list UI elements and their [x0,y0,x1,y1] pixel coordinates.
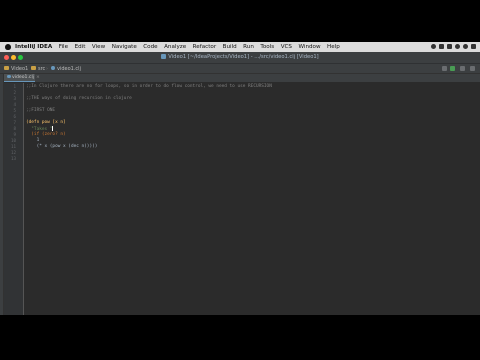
menu-app[interactable]: IntelliJ IDEA [15,44,52,50]
menu-run[interactable]: Run [243,44,254,50]
menu-help[interactable]: Help [327,44,340,50]
line-number: 5 [13,108,16,113]
status-area [431,44,476,49]
line-number: 2 [13,90,16,95]
run-icon[interactable] [450,66,455,71]
tab-label: video1.clj [12,75,35,80]
code-editor[interactable]: 1 2 3 4 5 6 7 8 9 10 11 12 13 ;;In Cloju… [4,83,480,315]
search-everywhere-icon[interactable] [470,66,475,71]
editor-tabs: video1.clj × [4,74,480,82]
menu-code[interactable]: Code [143,44,157,50]
macos-menubar: IntelliJ IDEA File Edit View Navigate Co… [0,42,480,52]
line-number: 12 [10,150,16,155]
line-number: 10 [10,138,16,143]
line-number: 7 [13,120,16,125]
breadcrumb-separator: › [26,65,28,72]
window-titlebar: Video1 [~/IdeaProjects/Video1] - .../src… [0,52,480,64]
battery-icon[interactable] [439,44,444,49]
screen: IntelliJ IDEA File Edit View Navigate Co… [0,42,480,315]
wifi-icon[interactable] [431,44,436,49]
tab-video1-clj[interactable]: video1.clj × [4,74,40,82]
breadcrumb-file[interactable]: video1.clj [51,65,81,72]
clojure-file-icon [51,65,55,70]
code-line-recursive-call: (* x (pow x (dec n))))) [26,144,98,149]
window-title-text: Video1 [~/IdeaProjects/Video1] - .../src… [168,54,319,60]
line-number: 3 [13,96,16,101]
clojure-file-icon [7,74,11,78]
folder-icon [4,66,9,70]
flag-icon[interactable] [447,44,452,49]
debug-icon[interactable] [460,66,465,71]
menu-analyze[interactable]: Analyze [164,44,186,50]
code-line-if: (if (zero? n) [26,132,66,137]
breadcrumb-file-label: video1.clj [57,65,81,72]
line-number: 11 [10,144,16,149]
apple-icon[interactable] [5,44,11,50]
project-icon [161,54,167,59]
text-caret [52,126,54,131]
menu-navigate[interactable]: Navigate [112,44,137,50]
code-line-comment: ;;FIRST ONE [26,108,56,113]
menu-file[interactable]: File [59,44,68,50]
line-number: 6 [13,114,16,119]
line-number: 8 [13,126,16,131]
menu-vcs[interactable]: VCS [281,44,292,50]
code-line-defn: (defn pow [x n] [26,120,66,125]
code-line-comment: ;;In Clojure there are no for loops, so … [26,84,272,89]
spotlight-icon[interactable] [463,44,468,49]
code-line-comment: ;;THE ways of doing recursion in clojure [26,96,132,101]
menu-refactor[interactable]: Refactor [193,44,216,50]
menu-window[interactable]: Window [298,44,320,50]
line-number: 13 [10,156,16,161]
breadcrumb-separator: › [46,65,48,72]
code-line-base-case: 1 [26,138,40,143]
window-title: Video1 [~/IdeaProjects/Video1] - .../src… [0,54,480,60]
close-tab-icon[interactable]: × [36,75,40,80]
menu-edit[interactable]: Edit [75,44,86,50]
navigation-bar: Video1 › src › video1.clj [0,64,480,74]
notification-center-icon[interactable] [471,44,476,49]
line-number: 9 [13,132,16,137]
menu-tools[interactable]: Tools [260,44,274,50]
line-number-gutter: 1 2 3 4 5 6 7 8 9 10 11 12 13 [4,83,24,315]
menu-build[interactable]: Build [223,44,237,50]
run-config-icon[interactable] [442,66,447,71]
breadcrumb-src-label: src [38,65,46,72]
clock-icon[interactable] [455,44,460,49]
line-number: 4 [13,102,16,107]
breadcrumb-src[interactable]: src [31,66,45,72]
folder-icon [31,66,36,70]
menu-view[interactable]: View [92,44,105,50]
breadcrumb-project[interactable]: Video1 [4,66,28,72]
line-number: 1 [13,84,16,89]
